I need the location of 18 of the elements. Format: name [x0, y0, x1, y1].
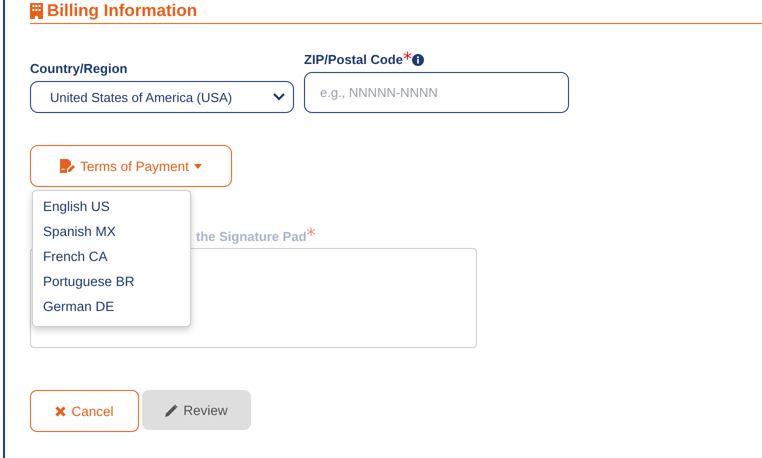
signature-document-icon: [60, 159, 76, 173]
building-icon: [30, 2, 43, 18]
menu-item[interactable]: French CA: [33, 246, 190, 271]
field-label: ZIP/Postal Code: [304, 52, 403, 67]
section-title: Billing Information: [47, 0, 198, 20]
menu-item[interactable]: Portuguese BR: [33, 271, 190, 296]
caret-icon: [194, 164, 202, 168]
chevron-down-icon: [273, 93, 285, 101]
field-label: Country/Region: [30, 61, 128, 76]
zip-input-field[interactable]: e.g., NNNNN-NNNN: [304, 72, 569, 113]
menu-item[interactable]: English US: [33, 196, 190, 221]
close-icon: [55, 406, 66, 416]
menu-item[interactable]: Spanish MX: [33, 221, 190, 246]
info-icon[interactable]: [412, 54, 424, 66]
signature-label: the Signature Pad: [196, 228, 307, 244]
pencil-icon: [165, 404, 178, 416]
menu-item[interactable]: German DE: [33, 296, 190, 321]
country-select[interactable]: United States of America (USA): [30, 81, 294, 113]
